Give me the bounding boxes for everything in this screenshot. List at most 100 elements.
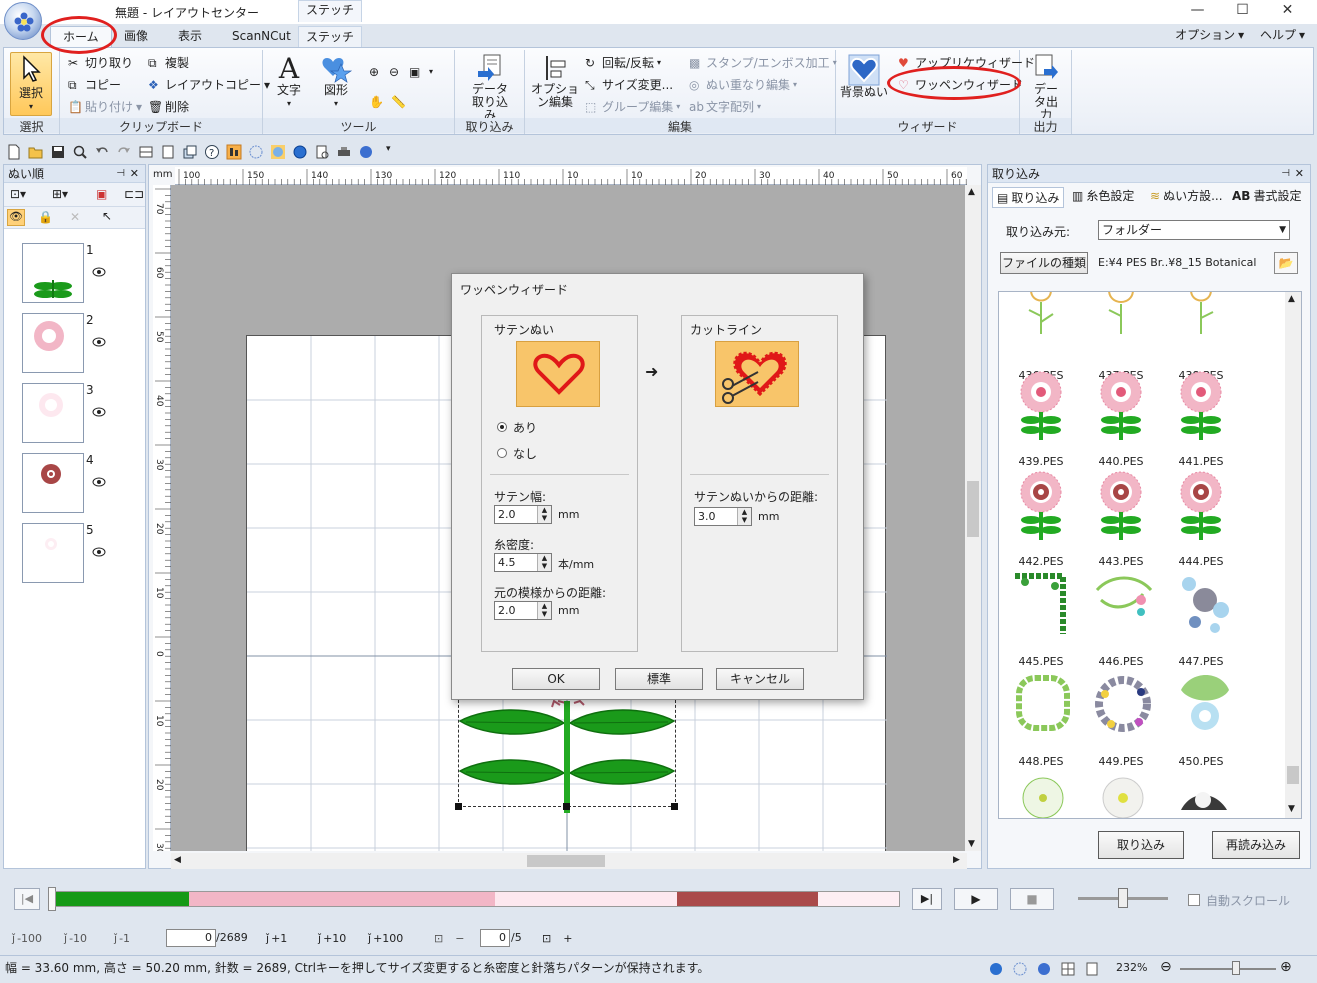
scroll-down-icon[interactable]: ▼ bbox=[1288, 804, 1295, 814]
close-button[interactable]: ✕ bbox=[1265, 0, 1310, 22]
tab-thread-color[interactable]: ▥ 糸色設定 bbox=[1072, 187, 1134, 204]
color-sort-icon[interactable]: ▣ bbox=[96, 187, 107, 201]
pointer-icon[interactable]: ↖ bbox=[102, 209, 112, 223]
data-import-button[interactable]: データ取り込み bbox=[459, 53, 521, 122]
scroll-right-icon[interactable]: ▶ bbox=[953, 855, 960, 865]
satin-on-radio[interactable] bbox=[497, 422, 507, 432]
resize-handle[interactable] bbox=[671, 803, 678, 810]
print-preview-icon[interactable] bbox=[314, 144, 330, 160]
delete-layer-icon[interactable]: ✕ bbox=[70, 210, 80, 224]
import-button[interactable]: 取り込み bbox=[1098, 831, 1184, 859]
scroll-left-icon[interactable]: ◀ bbox=[174, 855, 181, 865]
sort-icon[interactable]: ⊞▾ bbox=[52, 187, 68, 201]
save-icon[interactable] bbox=[50, 144, 66, 160]
scroll-up-icon[interactable]: ▲ bbox=[1288, 294, 1295, 304]
select-button[interactable]: 選択 ▾ bbox=[10, 52, 52, 116]
file-thumb[interactable]: 443.PES bbox=[1081, 470, 1161, 570]
stitch-overlap-button[interactable]: ◎ ぬい重なり編集 ▾ bbox=[689, 75, 797, 94]
file-thumb[interactable] bbox=[1081, 770, 1161, 818]
zoom-in-icon[interactable]: ⊕ bbox=[369, 65, 383, 79]
close-pane-icon[interactable]: ✕ bbox=[130, 165, 139, 183]
open-folder-icon[interactable] bbox=[28, 144, 44, 160]
eye-icon[interactable] bbox=[92, 477, 106, 487]
cut-button[interactable]: ✂ 切り取り bbox=[68, 53, 133, 72]
layer-thumb-1[interactable] bbox=[22, 243, 84, 303]
menu-help[interactable]: ヘルプ bbox=[1260, 28, 1296, 42]
redo-icon[interactable] bbox=[116, 144, 132, 160]
forward-end-button[interactable]: ▶| bbox=[912, 888, 942, 910]
delete-button[interactable]: 🗑 削除 bbox=[148, 97, 189, 116]
group-edit-button[interactable]: ⬚ グループ編集 ▾ bbox=[585, 97, 680, 116]
view-size-icon[interactable]: ⊡▾ bbox=[10, 187, 26, 201]
step-minus100-button[interactable]: ǰ -100 bbox=[12, 928, 42, 948]
file-thumb[interactable]: 450.PES bbox=[1161, 670, 1241, 770]
layer-thumb-4[interactable] bbox=[22, 453, 84, 513]
layout-copy-button[interactable]: ❖ レイアウトコピー ▾ bbox=[148, 75, 270, 94]
color-prev-button[interactable]: ⊡ − bbox=[434, 928, 464, 948]
realistic-view-icon[interactable] bbox=[270, 144, 286, 160]
stitch-simulator-icon[interactable] bbox=[226, 144, 242, 160]
layer-thumb-3[interactable] bbox=[22, 383, 84, 443]
eye-icon[interactable] bbox=[92, 267, 106, 277]
scroll-up-icon[interactable]: ▲ bbox=[968, 187, 975, 197]
outline-view-icon[interactable] bbox=[988, 961, 1004, 977]
file-thumb[interactable]: 448.PES bbox=[1001, 670, 1081, 770]
tab-text-format[interactable]: AB 書式設定 bbox=[1232, 187, 1301, 204]
zoom-icon[interactable] bbox=[72, 144, 88, 160]
speed-slider-thumb[interactable] bbox=[1118, 888, 1128, 908]
file-thumb[interactable]: 446.PES bbox=[1081, 570, 1161, 670]
size-change-button[interactable]: ⤡ サイズ変更... bbox=[585, 75, 673, 94]
duplicate-button[interactable]: ⧉ 複製 bbox=[148, 53, 189, 72]
spinner-arrows-icon[interactable]: ▲ ▼ bbox=[537, 506, 551, 523]
text-tool-button[interactable]: A 文字 ▾ bbox=[269, 54, 309, 110]
eye-icon[interactable] bbox=[92, 337, 106, 347]
horizontal-scroll-thumb[interactable] bbox=[527, 855, 605, 867]
scroll-down-icon[interactable]: ▼ bbox=[968, 839, 975, 849]
density-input[interactable]: 4.5 ▲ ▼ bbox=[494, 553, 552, 572]
layer-thumb-5[interactable] bbox=[22, 523, 84, 583]
resize-handle[interactable] bbox=[455, 803, 462, 810]
tab-sew-type[interactable]: ≋ ぬい方設... bbox=[1150, 187, 1223, 204]
stamp-emboss-button[interactable]: ▩ スタンプ/エンボス加工 ▾ bbox=[689, 53, 837, 72]
stitch-view-icon[interactable] bbox=[1012, 961, 1028, 977]
tab-stitch[interactable]: ステッチ bbox=[298, 26, 362, 47]
step-plus100-button[interactable]: ǰ +100 bbox=[368, 928, 403, 948]
rotate-flip-button[interactable]: ↻ 回転/反転 ▾ bbox=[585, 53, 661, 72]
ok-button[interactable]: OK bbox=[512, 668, 600, 690]
file-thumb[interactable]: 445.PES bbox=[1001, 570, 1081, 670]
page-view-icon[interactable] bbox=[1084, 961, 1100, 977]
show-eye-icon[interactable]: 👁 bbox=[7, 209, 25, 226]
new-file-icon[interactable] bbox=[6, 144, 22, 160]
minimize-button[interactable]: — bbox=[1175, 0, 1220, 22]
step-minus1-button[interactable]: ǰ -1 bbox=[114, 928, 130, 948]
vertical-scrollbar[interactable]: ▲ ▼ bbox=[965, 185, 981, 851]
zoom-fit-icon[interactable]: ▣ bbox=[409, 65, 423, 79]
offset-input[interactable]: 2.0 ▲ ▼ bbox=[494, 601, 552, 620]
file-thumb[interactable]: 442.PES bbox=[1001, 470, 1081, 570]
auto-scroll-checkbox[interactable] bbox=[1188, 894, 1200, 906]
resize-handle[interactable] bbox=[563, 803, 570, 810]
file-thumb[interactable]: 447.PES bbox=[1161, 570, 1241, 670]
layer-thumb-2[interactable] bbox=[22, 313, 84, 373]
step-plus10-button[interactable]: ǰ +10 bbox=[318, 928, 346, 948]
spinner-arrows-icon[interactable]: ▲ ▼ bbox=[537, 602, 551, 619]
current-stitch-input[interactable]: 0 bbox=[166, 929, 216, 947]
rewind-button[interactable]: |◀ bbox=[14, 888, 40, 910]
color-circle-icon[interactable] bbox=[358, 144, 374, 160]
tab-home[interactable]: ホーム bbox=[50, 26, 112, 47]
zoom-out-icon[interactable]: ⊖ bbox=[389, 65, 403, 79]
applique-wizard-button[interactable]: ♥ アップリケウィザード bbox=[898, 53, 1035, 72]
eye-icon[interactable] bbox=[92, 547, 106, 557]
cut-distance-input[interactable]: 3.0 ▲ ▼ bbox=[694, 507, 752, 526]
thumbnail-scroll-thumb[interactable] bbox=[1287, 766, 1299, 784]
pin-icon[interactable]: ⊣ bbox=[116, 165, 125, 183]
file-thumb[interactable]: 440.PES bbox=[1081, 370, 1161, 470]
cancel-button[interactable]: キャンセル bbox=[716, 668, 804, 690]
option-edit-button[interactable]: オプション編集 bbox=[529, 53, 581, 109]
tab-import[interactable]: ▤ 取り込み bbox=[992, 187, 1065, 208]
reload-button[interactable]: 再読み込み bbox=[1212, 831, 1300, 859]
file-thumb[interactable] bbox=[1161, 770, 1241, 818]
file-thumb[interactable]: 441.PES bbox=[1161, 370, 1241, 470]
menu-options[interactable]: オプション bbox=[1175, 28, 1235, 42]
measure-icon[interactable]: 📏 bbox=[391, 95, 406, 109]
